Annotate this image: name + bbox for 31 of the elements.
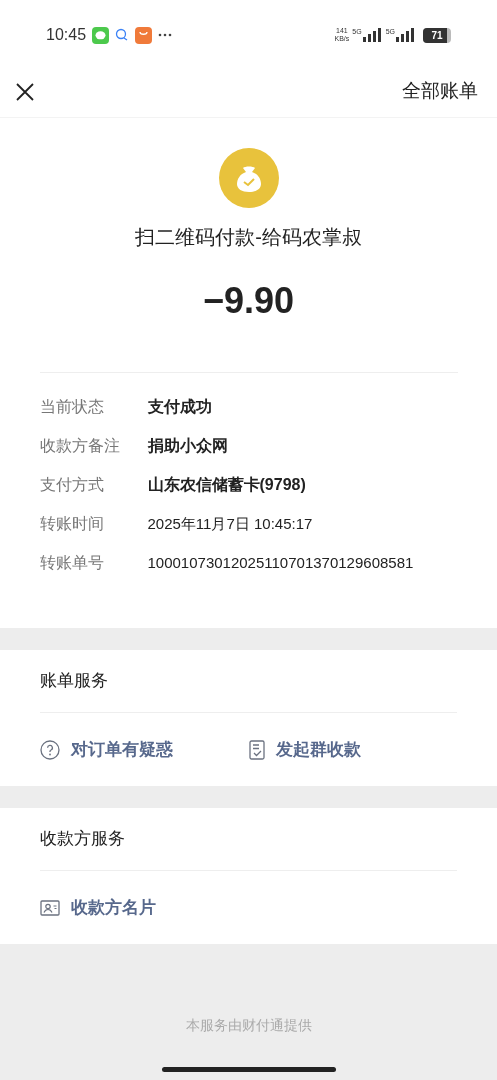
payment-title: 扫二维码付款-给码农掌叔 bbox=[135, 225, 362, 250]
detail-label: 转账时间 bbox=[39, 514, 105, 534]
payment-amount: −9.90 bbox=[202, 279, 295, 323]
detail-value: 支付成功 bbox=[147, 397, 212, 417]
detail-label: 转账单号 bbox=[39, 553, 105, 573]
all-bills-link[interactable]: 全部账单 bbox=[402, 77, 478, 106]
more-icon bbox=[158, 33, 173, 37]
service-action[interactable]: 发起群收款 bbox=[248, 736, 457, 763]
close-icon[interactable] bbox=[16, 82, 34, 101]
message-app-icon bbox=[92, 26, 110, 44]
detail-value: 山东农信储蓄卡(9798) bbox=[147, 475, 306, 495]
detail-value: 2025年11月7日 10:45:17 bbox=[147, 513, 313, 534]
service-action[interactable]: 对订单有疑惑 bbox=[40, 736, 249, 763]
detail-label: 收款方备注 bbox=[39, 436, 121, 456]
detail-value: 捐助小众网 bbox=[147, 436, 228, 456]
detail-label: 当前状态 bbox=[39, 397, 105, 417]
status-time: 10:45 bbox=[46, 25, 87, 45]
section-title: 收款方服务 bbox=[40, 808, 457, 871]
section-title: 账单服务 bbox=[40, 650, 457, 713]
detail-value: 10001073012025110701370129608581 bbox=[147, 552, 414, 573]
question-icon bbox=[40, 739, 60, 760]
battery-level: 71 bbox=[430, 28, 444, 43]
contact-card-icon bbox=[40, 899, 60, 916]
service-action[interactable]: 收款方名片 bbox=[40, 894, 260, 921]
detail-label: 支付方式 bbox=[39, 475, 105, 495]
signal-icon bbox=[396, 28, 416, 42]
shopping-bag-icon bbox=[135, 26, 153, 44]
checklist-icon bbox=[248, 739, 265, 760]
signal-icon bbox=[362, 28, 383, 42]
money-bag-icon bbox=[218, 148, 279, 208]
footer-note: 本服务由财付通提供 bbox=[185, 1016, 312, 1035]
